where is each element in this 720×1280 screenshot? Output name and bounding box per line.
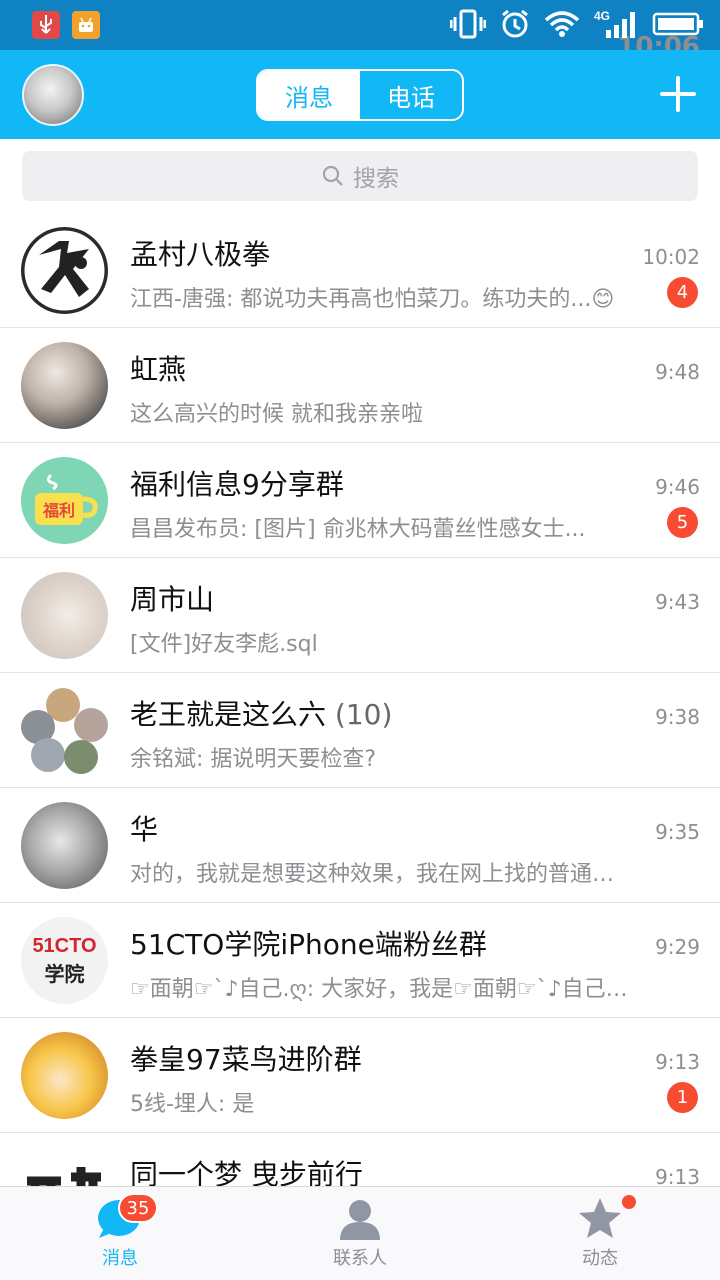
signal-icon: 4G	[594, 9, 635, 38]
conversation-name: 华	[130, 813, 159, 846]
top-bar: 消息 电话	[0, 50, 720, 139]
conversation-preview: 5线-埋人: 是	[130, 1092, 255, 1117]
unread-badge: 4	[667, 277, 698, 308]
tab-calls[interactable]: 电话	[360, 71, 462, 119]
conversation-name: 福利信息9分享群	[130, 468, 344, 501]
conversation-preview: 对的，我就是想要这种效果，我在网上找的普通的...	[130, 862, 630, 887]
contact-avatar	[21, 342, 108, 429]
conversation-time: 9:46	[655, 475, 700, 499]
search-placeholder: 搜索	[353, 166, 399, 192]
list-item[interactable]: 老王就是这么六 (10) 余铭斌: 据说明天要检查? 9:38	[0, 673, 720, 788]
svg-text:福利: 福利	[42, 501, 75, 520]
conversation-preview: 江西-唐强: 都说功夫再高也怕菜刀。练功夫的...😊	[130, 287, 615, 312]
tab-messages[interactable]: 消息	[258, 71, 360, 119]
conversation-time: 10:02	[642, 245, 700, 269]
add-icon[interactable]	[658, 74, 698, 114]
conversation-preview: [文件]好友李彪.sql	[130, 632, 318, 657]
logo-text-51cto: 51CTO	[32, 934, 97, 957]
conversation-name: 拳皇97菜鸟进阶群	[130, 1043, 362, 1076]
conversation-preview: ☞面朝☞`♪自己.ღ: 大家好，我是☞面朝☞`♪自己.ღ...	[130, 977, 630, 1002]
alarm-icon	[502, 9, 528, 38]
conversation-time: 9:13	[655, 1050, 700, 1074]
list-item[interactable]: 福利 福利信息9分享群 昌昌发布员: [图片] 俞兆林大码蕾丝性感女士... 9…	[0, 443, 720, 558]
search-input[interactable]: 搜索	[22, 151, 698, 201]
status-bar: 10:06 4G	[0, 0, 720, 62]
conversation-time: 9:13	[655, 1165, 700, 1186]
welfare-avatar: 福利	[21, 457, 108, 544]
conversation-name: 同一个梦 曳步前行	[130, 1158, 363, 1186]
tab-bar-moments[interactable]: 动态	[480, 1187, 720, 1280]
conversation-preview: 这么高兴的时候 就和我亲亲啦	[130, 402, 423, 427]
person-icon	[340, 1200, 380, 1240]
conversation-name: 孟村八极拳	[130, 238, 271, 271]
anime-avatar	[21, 1032, 108, 1119]
vibrate-icon	[450, 9, 486, 39]
logo-text-college: 学院	[44, 961, 85, 986]
list-item[interactable]: 孟村八极拳 江西-唐强: 都说功夫再高也怕菜刀。练功夫的...😊 10:02 4	[0, 213, 720, 328]
list-item[interactable]: 51CTO 学院 51CTO学院iPhone端粉丝群 ☞面朝☞`♪自己.ღ: 大…	[0, 903, 720, 1018]
conversation-time: 9:43	[655, 590, 700, 614]
conversation-time: 9:29	[655, 935, 700, 959]
conversation-time: 9:48	[655, 360, 700, 384]
unread-badge: 1	[667, 1082, 698, 1113]
search-icon	[322, 165, 343, 186]
wifi-icon	[544, 11, 580, 37]
51cto-avatar: 51CTO 学院	[21, 917, 108, 1004]
contact-avatar	[21, 802, 108, 889]
contact-avatar	[21, 572, 108, 659]
battery-icon	[652, 12, 703, 36]
star-icon	[579, 1198, 621, 1238]
conversation-time: 9:35	[655, 820, 700, 844]
calligraphy-avatar	[21, 1147, 108, 1186]
conversation-name: 虹燕	[130, 353, 187, 386]
conversation-name: 51CTO学院iPhone端粉丝群	[130, 928, 487, 961]
conversation-name: 老王就是这么六 (10)	[130, 698, 393, 731]
conversation-name: 周市山	[130, 583, 215, 616]
list-item[interactable]: 虹燕 这么高兴的时候 就和我亲亲啦 9:48	[0, 328, 720, 443]
unread-badge: 5	[667, 507, 698, 538]
usb-icon	[32, 11, 60, 39]
bottom-tab-bar: 35 消息 联系人 动态	[0, 1186, 720, 1280]
list-item[interactable]: 周市山 [文件]好友李彪.sql 9:43	[0, 558, 720, 673]
list-item[interactable]: 同一个梦 曳步前行 9:13	[0, 1133, 720, 1186]
list-item[interactable]: 拳皇97菜鸟进阶群 5线-埋人: 是 9:13 1	[0, 1018, 720, 1133]
segmented-control: 消息 电话	[256, 69, 464, 121]
messages-badge: 35	[118, 1193, 158, 1223]
tab-bar-label: 动态	[582, 1248, 618, 1269]
tab-bar-contacts[interactable]: 联系人	[240, 1187, 480, 1280]
member-count: (10)	[334, 698, 393, 731]
conversation-preview: 昌昌发布员: [图片] 俞兆林大码蕾丝性感女士...	[130, 517, 586, 542]
tab-bar-messages[interactable]: 35 消息	[0, 1187, 240, 1280]
svg-text:4G: 4G	[594, 9, 610, 23]
list-item[interactable]: 华 对的，我就是想要这种效果，我在网上找的普通的... 9:35	[0, 788, 720, 903]
kungfu-avatar	[21, 227, 108, 314]
tab-bar-label: 联系人	[333, 1248, 387, 1269]
profile-avatar[interactable]	[22, 64, 84, 126]
tab-bar-label: 消息	[102, 1248, 138, 1269]
conversation-list: 孟村八极拳 江西-唐强: 都说功夫再高也怕菜刀。练功夫的...😊 10:02 4…	[0, 213, 720, 1186]
new-activity-dot	[622, 1195, 636, 1209]
conversation-time: 9:38	[655, 705, 700, 729]
android-icon	[72, 11, 100, 39]
group-avatar	[21, 687, 108, 774]
search-area: 搜索	[0, 139, 720, 213]
conversation-preview: 余铭斌: 据说明天要检查?	[130, 747, 377, 772]
